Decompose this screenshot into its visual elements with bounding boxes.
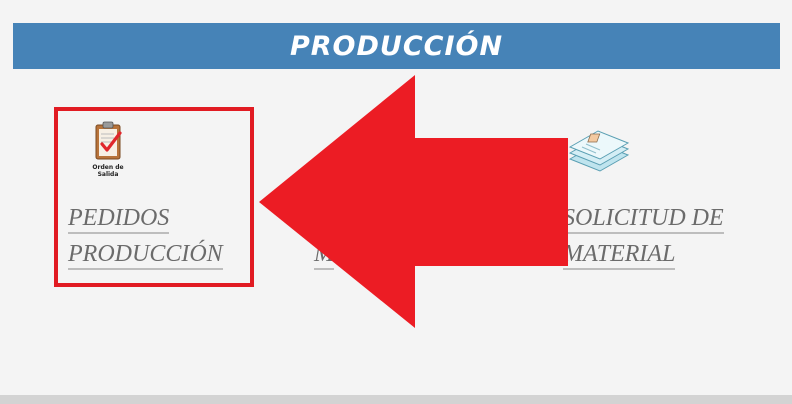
red-arrow-icon: [259, 75, 568, 328]
footer-bar: [0, 395, 792, 404]
